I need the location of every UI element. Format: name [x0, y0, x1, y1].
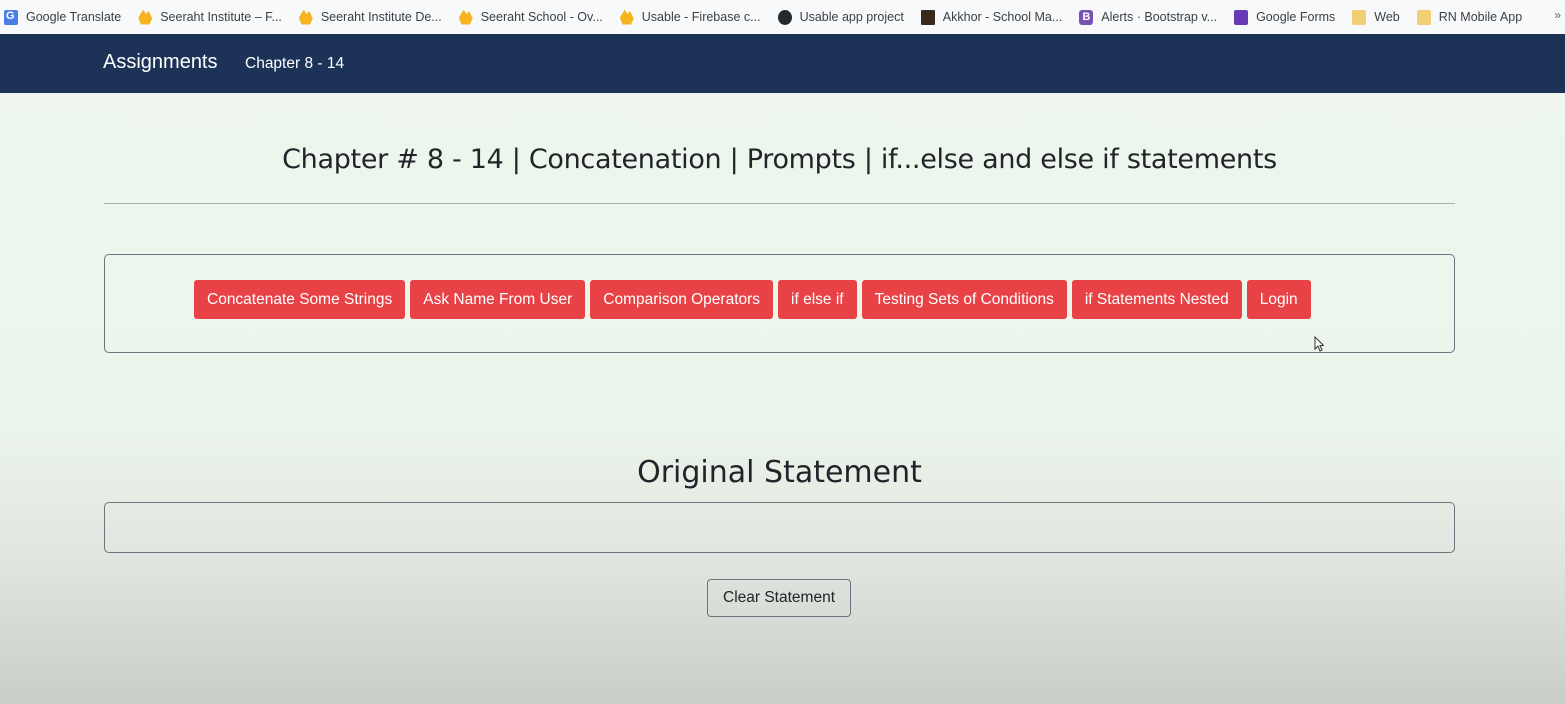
bookmark-label: Seeraht Institute – F...	[160, 10, 282, 24]
bookmark-google-translate[interactable]: Google Translate	[4, 0, 130, 34]
bookmark-seeraht-school[interactable]: Seeraht School - Ov...	[458, 0, 612, 34]
bookmark-label: Google Forms	[1256, 10, 1336, 24]
testing-conditions-button[interactable]: Testing Sets of Conditions	[861, 280, 1067, 319]
bookmark-label: Seeraht School - Ov...	[480, 10, 603, 24]
assignment-buttons-row: Concatenate Some Strings Ask Name From U…	[194, 280, 1311, 319]
bookmark-label: RN Mobile App	[1438, 10, 1523, 24]
firebase-icon	[458, 9, 473, 25]
if-else-if-button[interactable]: if else if	[778, 280, 857, 319]
google-forms-icon	[1234, 9, 1249, 25]
folder-icon	[1352, 9, 1367, 25]
ask-name-button[interactable]: Ask Name From User	[410, 280, 586, 319]
firebase-icon	[138, 9, 153, 25]
original-statement-title: Original Statement	[637, 455, 922, 490]
bookmark-folder-web[interactable]: Web	[1352, 0, 1408, 34]
divider	[104, 203, 1455, 204]
akkhor-icon	[920, 9, 935, 25]
bookmark-label: Google Translate	[26, 10, 122, 24]
bookmark-label: Alerts · Bootstrap v...	[1101, 10, 1218, 24]
firebase-icon	[619, 9, 634, 25]
statement-output-box	[104, 502, 1455, 553]
bookmark-google-forms[interactable]: Google Forms	[1234, 0, 1344, 34]
mouse-cursor-icon	[1314, 336, 1324, 352]
bookmark-folder-rn-mobile-app[interactable]: RN Mobile App	[1416, 0, 1531, 34]
firebase-icon	[298, 9, 313, 25]
bookmark-label: Usable - Firebase c...	[641, 10, 761, 24]
bootstrap-icon: B	[1079, 9, 1094, 25]
bookmark-akkhor[interactable]: Akkhor - School Ma...	[920, 0, 1072, 34]
bookmark-usable-app-project[interactable]: Usable app project	[777, 0, 913, 34]
folder-icon	[1416, 9, 1431, 25]
bookmark-label: Usable app project	[799, 10, 904, 24]
bookmark-alerts-bootstrap[interactable]: B Alerts · Bootstrap v...	[1079, 0, 1226, 34]
bookmark-label: Web	[1374, 10, 1400, 24]
bookmark-seeraht-institute-de[interactable]: Seeraht Institute De...	[298, 0, 451, 34]
bookmark-seeraht-institute-f[interactable]: Seeraht Institute – F...	[138, 0, 291, 34]
concatenate-strings-button[interactable]: Concatenate Some Strings	[194, 280, 406, 319]
navbar: Assignments Chapter 8 - 14	[0, 34, 1565, 93]
nested-if-button[interactable]: if Statements Nested	[1071, 280, 1242, 319]
bookmark-usable-firebase[interactable]: Usable - Firebase c...	[619, 0, 770, 34]
nav-link-chapter[interactable]: Chapter 8 - 14	[245, 55, 344, 73]
google-translate-icon	[4, 9, 18, 25]
navbar-brand[interactable]: Assignments	[103, 51, 218, 74]
comparison-operators-button[interactable]: Comparison Operators	[590, 280, 774, 319]
bookmark-label: Akkhor - School Ma...	[942, 10, 1063, 24]
login-button[interactable]: Login	[1246, 280, 1311, 319]
bookmark-label: Seeraht Institute De...	[320, 10, 442, 24]
page-title: Chapter # 8 - 14 | Concatenation | Promp…	[282, 144, 1277, 175]
clear-statement-button[interactable]: Clear Statement	[707, 579, 851, 617]
more-bookmarks-icon[interactable]: »	[1554, 8, 1561, 22]
github-icon	[777, 9, 792, 25]
bookmarks-bar: Google Translate Seeraht Institute – F..…	[0, 0, 1565, 34]
